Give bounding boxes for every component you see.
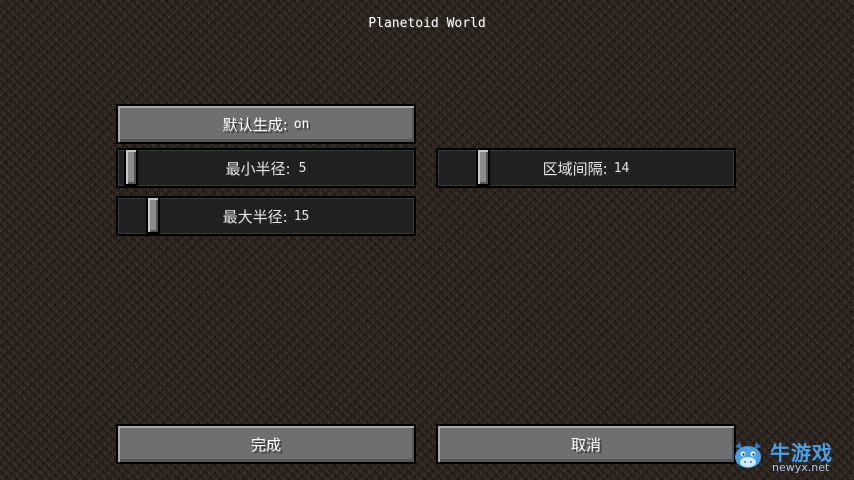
site-watermark: 牛游戏 newyx.net (730, 436, 850, 476)
watermark-url: newyx.net (772, 461, 830, 474)
default-generation-button[interactable]: 默认生成: on (116, 104, 416, 144)
region-spacing-value: 14 (613, 160, 630, 176)
done-label: 完成 (250, 435, 281, 454)
screen-title: Planetoid World (368, 16, 486, 31)
default-generation-value: on (293, 116, 310, 132)
min-radius-slider[interactable]: 最小半径: 5 (116, 148, 416, 188)
cancel-label: 取消 (570, 435, 601, 454)
done-button[interactable]: 完成 (116, 424, 416, 464)
region-spacing-label: 区域间隔: (542, 159, 608, 178)
min-radius-value: 5 (298, 160, 307, 176)
default-generation-label: 默认生成: (222, 115, 288, 134)
max-radius-slider-handle[interactable] (146, 196, 160, 234)
world-settings-screen: Planetoid World 默认生成: on 最小半径: 5 区域间隔: 1… (0, 0, 854, 480)
cartoon-bull-logo-icon (735, 442, 761, 468)
region-spacing-slider-handle[interactable] (476, 148, 490, 186)
cancel-button[interactable]: 取消 (436, 424, 736, 464)
max-radius-label: 最大半径: (222, 207, 288, 226)
max-radius-value: 15 (293, 208, 310, 224)
max-radius-slider[interactable]: 最大半径: 15 (116, 196, 416, 236)
min-radius-label: 最小半径: (225, 159, 291, 178)
min-radius-slider-handle[interactable] (124, 148, 138, 186)
region-spacing-slider[interactable]: 区域间隔: 14 (436, 148, 736, 188)
